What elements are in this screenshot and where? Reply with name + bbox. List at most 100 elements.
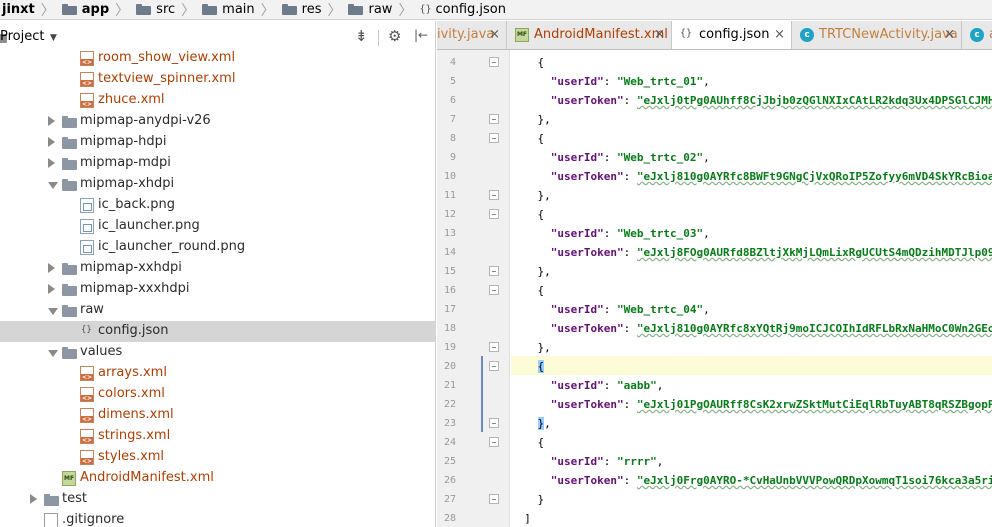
code-line: { — [511, 433, 545, 452]
tree-item--gitignore[interactable]: .gitignore — [0, 510, 436, 527]
collapse-arrow-icon[interactable] — [48, 116, 55, 126]
breadcrumb-item-app[interactable]: app — [60, 0, 111, 19]
vcs-change-marker[interactable] — [481, 356, 483, 432]
json-string-value: "eJxlj01PgOAURff8CsK2xrwZSktMutCiEqlRbTu… — [636, 398, 992, 411]
tree-item-label: strings.xml — [98, 428, 171, 443]
fold-marker-icon[interactable] — [489, 133, 499, 143]
tree-item-zhuce-xml[interactable]: zhuce.xml — [0, 90, 436, 111]
json-bracket: { — [537, 56, 545, 69]
fold-marker-icon[interactable] — [489, 114, 499, 124]
code-line: "userToken": "eJxlj0tPg0AUhff8CjJbjb0zQG… — [511, 91, 992, 110]
tree-item-mipmap-hdpi[interactable]: mipmap-hdpi — [0, 132, 436, 153]
tree-item-label: colors.xml — [98, 386, 165, 401]
close-icon[interactable]: × — [489, 27, 500, 42]
tree-item-mipmap-xxxhdpi[interactable]: mipmap-xxxhdpi — [0, 279, 436, 300]
tree-item-textview_spinner-xml[interactable]: textview_spinner.xml — [0, 69, 436, 90]
breadcrumb: jinxt 〉 app 〉 src 〉 main 〉 res 〉 raw 〉{} config.json — [0, 0, 992, 20]
code-line: }, — [511, 414, 551, 433]
fold-marker-icon[interactable] — [489, 418, 499, 428]
fold-marker-icon[interactable] — [489, 209, 499, 219]
tab-a[interactable]: a — [962, 21, 992, 49]
json-colon: : — [623, 474, 637, 487]
tree-item-label: .gitignore — [62, 512, 125, 527]
collapse-arrow-icon[interactable] — [48, 263, 55, 273]
tree-item-label: mipmap-xxxhdpi — [80, 281, 190, 296]
tree-item-arrays-xml[interactable]: arrays.xml — [0, 363, 436, 384]
json-key: "userToken" — [550, 398, 624, 411]
collapse-all-icon[interactable]: ⇟ — [355, 27, 368, 45]
tree-item-mipmap-anydpi-v26[interactable]: mipmap-anydpi-v26 — [0, 111, 436, 132]
line-number: 13 — [443, 228, 456, 239]
tab-config-json[interactable]: config.json × — [672, 21, 792, 49]
fold-marker-icon[interactable] — [489, 285, 499, 295]
tree-item-colors-xml[interactable]: colors.xml — [0, 384, 436, 405]
line-number: 5 — [449, 76, 456, 87]
gear-icon[interactable]: ⚙ — [388, 27, 401, 45]
tree-item-test[interactable]: test — [0, 489, 436, 510]
chevron-down-icon[interactable]: ▼ — [50, 33, 57, 43]
tree-item-label: ic_launcher_round.png — [98, 239, 246, 254]
collapse-arrow-icon[interactable] — [48, 158, 55, 168]
tree-item-ic_launcher-png[interactable]: ic_launcher.png — [0, 216, 436, 237]
tab-trtcnewactivity-java[interactable]: TRTCNewActivity.java× — [792, 21, 962, 49]
folder-icon — [62, 116, 77, 128]
breadcrumb-item-jinxt[interactable]: jinxt — [0, 0, 37, 19]
folder-icon — [62, 179, 77, 191]
tree-item-config-json[interactable]: config.json — [0, 321, 436, 342]
expand-arrow-icon[interactable] — [48, 350, 58, 357]
collapse-arrow-icon[interactable] — [48, 284, 55, 294]
code-editor[interactable]: 4 5 6 7 8 9 10 11 12 13 14 15 16 17 18 19 20 21 22 23 24 25 26… — [437, 50, 992, 527]
hide-panel-icon[interactable]: |← — [414, 28, 428, 42]
close-icon[interactable]: × — [774, 27, 785, 42]
tree-item-mipmap-mdpi[interactable]: mipmap-mdpi — [0, 153, 436, 174]
tree-item-ic_back-png[interactable]: ic_back.png — [0, 195, 436, 216]
tree-item-ic_launcher_round-png[interactable]: ic_launcher_round.png — [0, 237, 436, 258]
json-key: "userToken" — [550, 322, 624, 335]
code-area[interactable]: { "userId": "Web_trtc_01", "userToken": … — [511, 50, 992, 527]
close-icon[interactable]: × — [944, 27, 955, 42]
breadcrumb-item-raw[interactable]: raw — [346, 0, 394, 19]
breadcrumb-item-res[interactable]: res — [280, 0, 324, 19]
json-colon: : — [603, 455, 617, 468]
tree-item-label: ic_back.png — [98, 197, 176, 212]
breadcrumb-label: main — [222, 2, 255, 17]
tab-ivity-java[interactable]: ivity.java × — [437, 21, 507, 49]
breadcrumb-item-src[interactable]: src — [134, 0, 177, 19]
code-line: "userId": "rrrr", — [511, 452, 664, 471]
tree-item-mipmap-xxhdpi[interactable]: mipmap-xxhdpi — [0, 258, 436, 279]
fold-marker-icon[interactable] — [489, 361, 499, 371]
tree-item-room_show_view-xml[interactable]: room_show_view.xml — [0, 48, 436, 69]
tab-androidmanifest-xml[interactable]: AndroidManifest.xml× — [507, 21, 672, 49]
fold-marker-icon[interactable] — [489, 437, 499, 447]
json-file-icon — [80, 324, 95, 339]
fold-marker-icon[interactable] — [489, 342, 499, 352]
fold-marker-icon[interactable] — [489, 57, 499, 67]
tree-item-raw[interactable]: raw — [0, 300, 436, 321]
tree-item-styles-xml[interactable]: styles.xml — [0, 447, 436, 468]
fold-marker-icon[interactable] — [489, 190, 499, 200]
collapse-arrow-icon[interactable] — [30, 494, 37, 504]
tree-item-mipmap-xhdpi[interactable]: mipmap-xhdpi — [0, 174, 436, 195]
expand-arrow-icon[interactable] — [48, 308, 58, 315]
tree-item-androidmanifest-xml[interactable]: AndroidManifest.xml — [0, 468, 436, 489]
tree-item-dimens-xml[interactable]: dimens.xml — [0, 405, 436, 426]
tree-item-strings-xml[interactable]: strings.xml — [0, 426, 436, 447]
json-colon: : — [623, 322, 637, 335]
project-view-selector[interactable]: Project — [0, 29, 44, 44]
fold-marker-icon[interactable] — [489, 494, 499, 504]
close-icon[interactable]: × — [654, 27, 665, 42]
json-colon: : — [603, 303, 617, 316]
fold-marker-icon[interactable] — [489, 266, 499, 276]
breadcrumb-item-main[interactable]: main — [200, 0, 256, 19]
line-number: 6 — [449, 95, 456, 106]
folder-icon — [62, 284, 77, 296]
tree-item-label: mipmap-anydpi-v26 — [80, 113, 211, 128]
breadcrumb-item-config-json[interactable]: {} config.json — [417, 0, 508, 19]
expand-arrow-icon[interactable] — [48, 182, 58, 189]
collapse-arrow-icon[interactable] — [48, 137, 55, 147]
line-number: 28 — [443, 513, 456, 524]
tree-item-values[interactable]: values — [0, 342, 436, 363]
tree-item-label: mipmap-xxhdpi — [80, 260, 182, 275]
